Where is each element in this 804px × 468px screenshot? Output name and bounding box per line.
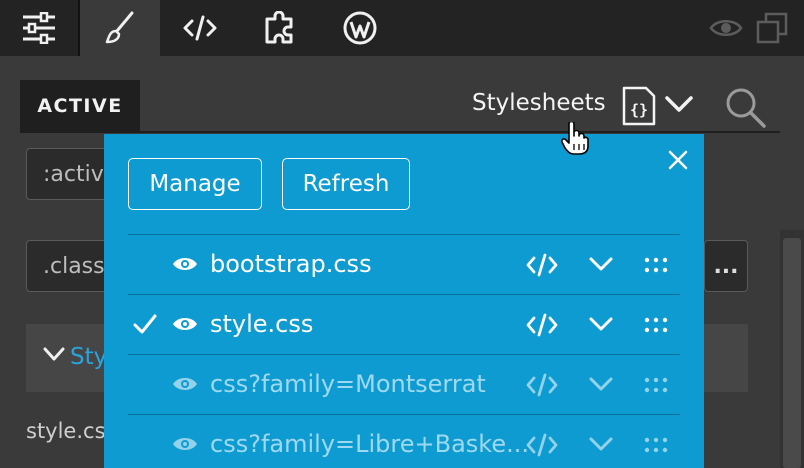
detach-window-button[interactable] <box>752 0 792 56</box>
sliders-icon <box>23 12 55 44</box>
refresh-button[interactable]: Refresh <box>282 158 410 210</box>
scrollbar-thumb[interactable] <box>783 238 801 468</box>
eye-icon[interactable] <box>172 255 198 277</box>
stylesheet-target-label: style.cs <box>26 419 106 443</box>
eye-icon[interactable] <box>172 315 198 337</box>
style-tab-button[interactable] <box>80 0 160 56</box>
brush-icon <box>105 11 134 44</box>
search-icon[interactable] <box>724 86 768 134</box>
stylesheets-label[interactable]: Stylesheets <box>472 90 606 116</box>
manage-button[interactable]: Manage <box>128 158 262 210</box>
eye-icon <box>709 20 743 36</box>
stylesheets-popover: Manage Refresh bootstrap.css style.css c… <box>104 134 704 468</box>
top-toolbar <box>0 0 804 56</box>
close-icon[interactable] <box>668 150 688 174</box>
code-icon[interactable] <box>526 373 558 401</box>
chevron-down-icon[interactable] <box>588 436 614 456</box>
chevron-down-icon[interactable] <box>588 256 614 276</box>
class-input[interactable]: .class <box>26 240 116 292</box>
checkmark-icon <box>132 312 158 340</box>
style-section-label: Sty <box>70 344 108 370</box>
puzzle-icon <box>265 11 293 44</box>
drag-handle-icon[interactable] <box>644 437 668 457</box>
code-icon[interactable] <box>526 433 558 461</box>
wordpress-tab-button[interactable] <box>320 0 400 56</box>
chevron-down-icon[interactable] <box>664 94 694 118</box>
stylesheet-row[interactable]: css?family=Montserrat <box>128 354 680 414</box>
more-options-button[interactable]: ... <box>704 240 748 292</box>
code-icon <box>183 15 217 41</box>
code-tab-button[interactable] <box>160 0 240 56</box>
chevron-down-icon[interactable] <box>588 376 614 396</box>
settings-tab-button[interactable] <box>0 0 78 56</box>
stylesheet-list: bootstrap.css style.css css?family=Monts… <box>128 234 680 468</box>
chevron-down-icon[interactable] <box>588 316 614 336</box>
stylesheet-name: style.css <box>210 310 314 338</box>
chevron-down-icon <box>42 346 66 368</box>
stylesheet-name: css?family=Montserrat <box>210 370 486 398</box>
stylesheet-row[interactable]: css?family=Libre+Baske... <box>128 414 680 468</box>
eye-icon[interactable] <box>172 375 198 397</box>
active-state-tab[interactable]: ACTIVE <box>20 80 140 132</box>
stylesheet-file-icon[interactable]: {} <box>622 86 656 130</box>
hand-cursor-icon <box>560 120 590 160</box>
drag-handle-icon[interactable] <box>644 317 668 337</box>
stylesheet-name: bootstrap.css <box>210 250 372 278</box>
stylesheet-row[interactable]: bootstrap.css <box>128 234 680 294</box>
code-icon[interactable] <box>526 253 558 281</box>
tab-underline <box>20 131 780 133</box>
code-icon[interactable] <box>526 313 558 341</box>
windows-icon <box>756 12 788 44</box>
stylesheet-name: css?family=Libre+Baske... <box>210 430 529 458</box>
drag-handle-icon[interactable] <box>644 257 668 277</box>
stylesheet-row[interactable]: style.css <box>128 294 680 354</box>
eye-icon[interactable] <box>172 435 198 457</box>
preview-toggle-button[interactable] <box>706 0 746 56</box>
svg-text:{}: {} <box>630 101 648 119</box>
drag-handle-icon[interactable] <box>644 377 668 397</box>
state-selector-field[interactable]: :activ <box>26 148 116 200</box>
addons-tab-button[interactable] <box>240 0 320 56</box>
wordpress-icon <box>343 11 377 45</box>
